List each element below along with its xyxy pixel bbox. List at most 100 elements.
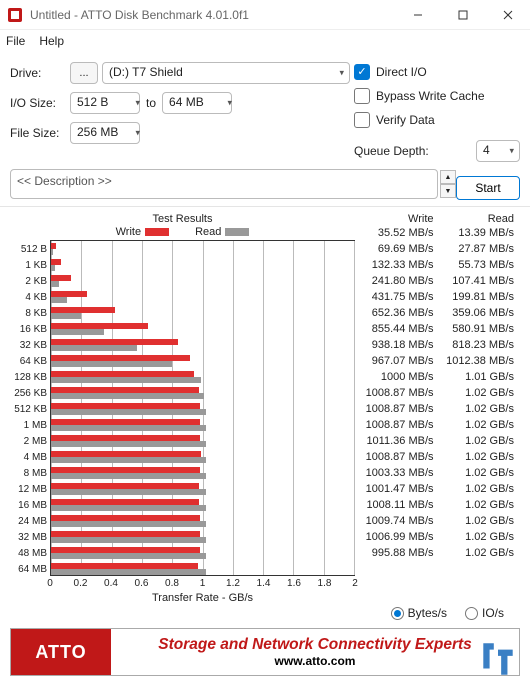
bar-read xyxy=(51,505,206,511)
cell-read: 1.02 GB/s xyxy=(440,403,521,415)
y-tick: 512 KB xyxy=(10,402,47,418)
cell-write: 1006.99 MB/s xyxy=(359,531,440,543)
chart-plot-area xyxy=(50,240,355,576)
start-button[interactable]: Start xyxy=(456,176,520,200)
cell-read: 818.23 MB/s xyxy=(440,339,521,351)
cell-write: 1008.87 MB/s xyxy=(359,451,440,463)
window-titlebar: Untitled - ATTO Disk Benchmark 4.01.0f1 xyxy=(0,0,530,30)
bar-read xyxy=(51,409,206,415)
chart-x-axis: 00.20.40.60.811.21.41.61.82 xyxy=(50,578,355,592)
description-stepper[interactable]: ▲▼ xyxy=(440,170,456,198)
cell-read: 580.91 MB/s xyxy=(440,323,521,335)
filesize-label: File Size: xyxy=(10,126,70,140)
x-tick: 0.4 xyxy=(104,578,118,589)
bar-read xyxy=(51,489,206,495)
table-row: 1006.99 MB/s1.02 GB/s xyxy=(359,529,520,545)
chart-y-labels: 512 B1 KB2 KB4 KB8 KB16 KB32 KB64 KB128 … xyxy=(10,240,50,578)
y-tick: 512 B xyxy=(10,242,47,258)
cell-write: 652.36 MB/s xyxy=(359,307,440,319)
cell-write: 1011.36 MB/s xyxy=(359,435,440,447)
results-chart: Test Results Write Read 512 B1 KB2 KB4 K… xyxy=(10,213,355,604)
y-tick: 64 KB xyxy=(10,354,47,370)
table-head-read: Read xyxy=(440,213,521,225)
maximize-button[interactable] xyxy=(440,0,485,30)
atto-logo: ATTO xyxy=(11,628,111,676)
table-row: 967.07 MB/s1012.38 MB/s xyxy=(359,353,520,369)
menubar: File Help xyxy=(0,30,530,52)
bytes-radio[interactable] xyxy=(391,607,404,620)
table-row: 1003.33 MB/s1.02 GB/s xyxy=(359,465,520,481)
cell-write: 967.07 MB/s xyxy=(359,355,440,367)
tweaktown-logo-icon xyxy=(477,637,519,676)
cell-write: 69.69 MB/s xyxy=(359,243,440,255)
table-row: 938.18 MB/s818.23 MB/s xyxy=(359,337,520,353)
y-tick: 4 KB xyxy=(10,290,47,306)
cell-read: 1.02 GB/s xyxy=(440,435,521,447)
y-tick: 4 MB xyxy=(10,450,47,466)
table-row: 995.88 MB/s1.02 GB/s xyxy=(359,545,520,561)
table-row: 855.44 MB/s580.91 MB/s xyxy=(359,321,520,337)
y-tick: 1 MB xyxy=(10,418,47,434)
verify-data-checkbox[interactable] xyxy=(354,112,370,128)
iosize-label: I/O Size: xyxy=(10,96,70,110)
y-tick: 8 MB xyxy=(10,466,47,482)
menu-file[interactable]: File xyxy=(6,34,25,48)
drive-browse-button[interactable]: ... xyxy=(70,62,98,84)
y-tick: 12 MB xyxy=(10,482,47,498)
cell-read: 1.01 GB/s xyxy=(440,371,521,383)
chart-title: Test Results xyxy=(10,213,355,225)
y-tick: 24 MB xyxy=(10,514,47,530)
iosize-to-label: to xyxy=(146,96,156,110)
cell-read: 1.02 GB/s xyxy=(440,387,521,399)
atto-banner[interactable]: ATTO Storage and Network Connectivity Ex… xyxy=(10,628,520,676)
description-input[interactable]: << Description >> xyxy=(10,169,438,199)
y-tick: 2 MB xyxy=(10,434,47,450)
io-radio-row[interactable]: IO/s xyxy=(465,606,504,620)
bytes-radio-row[interactable]: Bytes/s xyxy=(391,606,447,620)
filesize-select[interactable]: 256 MB xyxy=(70,122,140,144)
x-tick: 0.6 xyxy=(135,578,149,589)
x-tick: 1.2 xyxy=(226,578,240,589)
table-row: 1008.87 MB/s1.02 GB/s xyxy=(359,385,520,401)
cell-read: 1.02 GB/s xyxy=(440,467,521,479)
menu-help[interactable]: Help xyxy=(39,34,64,48)
y-tick: 16 KB xyxy=(10,322,47,338)
cell-write: 938.18 MB/s xyxy=(359,339,440,351)
cell-write: 1008.11 MB/s xyxy=(359,499,440,511)
x-tick: 0 xyxy=(47,578,53,589)
iosize-from-select[interactable]: 512 B xyxy=(70,92,140,114)
y-tick: 1 KB xyxy=(10,258,47,274)
arrow-down-icon[interactable]: ▼ xyxy=(440,184,456,198)
bypass-cache-checkbox[interactable] xyxy=(354,88,370,104)
close-button[interactable] xyxy=(485,0,530,30)
cell-write: 1003.33 MB/s xyxy=(359,467,440,479)
table-head-write: Write xyxy=(359,213,440,225)
banner-url: www.atto.com xyxy=(111,654,519,668)
bar-read xyxy=(51,425,206,431)
x-tick: 1.6 xyxy=(287,578,301,589)
drive-label: Drive: xyxy=(10,66,70,80)
minimize-button[interactable] xyxy=(395,0,440,30)
table-row: 1011.36 MB/s1.02 GB/s xyxy=(359,433,520,449)
cell-write: 1009.74 MB/s xyxy=(359,515,440,527)
io-radio[interactable] xyxy=(465,607,478,620)
divider xyxy=(0,206,530,207)
table-row: 35.52 MB/s13.39 MB/s xyxy=(359,225,520,241)
bar-read xyxy=(51,393,204,399)
iosize-to-select[interactable]: 64 MB xyxy=(162,92,232,114)
table-row: 1008.87 MB/s1.02 GB/s xyxy=(359,401,520,417)
cell-read: 359.06 MB/s xyxy=(440,307,521,319)
queue-depth-select[interactable]: 4 xyxy=(476,140,520,162)
cell-read: 27.87 MB/s xyxy=(440,243,521,255)
bar-read xyxy=(51,281,59,287)
direct-io-checkbox[interactable] xyxy=(354,64,370,80)
bar-read xyxy=(51,249,53,255)
drive-select[interactable]: (D:) T7 Shield xyxy=(102,62,350,84)
arrow-up-icon[interactable]: ▲ xyxy=(440,170,456,184)
table-row: 241.80 MB/s107.41 MB/s xyxy=(359,273,520,289)
cell-read: 1012.38 MB/s xyxy=(440,355,521,367)
cell-read: 107.41 MB/s xyxy=(440,275,521,287)
legend-write-swatch xyxy=(145,228,169,236)
table-row: 1008.11 MB/s1.02 GB/s xyxy=(359,497,520,513)
table-row: 132.33 MB/s55.73 MB/s xyxy=(359,257,520,273)
